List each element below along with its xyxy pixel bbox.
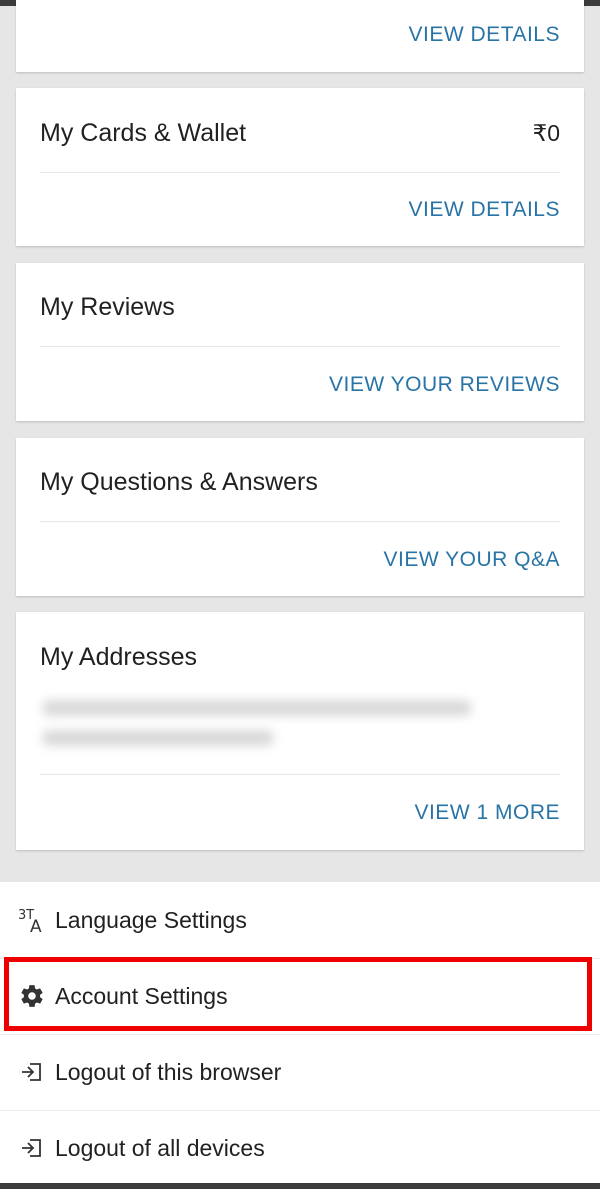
- card-title: My Reviews: [40, 293, 175, 321]
- cards-wallet-card: My Cards & Wallet ₹0 VIEW DETAILS: [16, 88, 584, 246]
- menu-item-logout-browser[interactable]: Logout of this browser: [0, 1034, 600, 1110]
- menu-item-logout-all-devices[interactable]: Logout of all devices: [0, 1110, 600, 1186]
- divider: [40, 521, 560, 522]
- addresses-card: My Addresses VIEW 1 MORE: [16, 612, 584, 850]
- bottom-edge: [0, 1183, 600, 1189]
- highlight-box: [4, 957, 592, 1031]
- view-more-addresses-link[interactable]: VIEW 1 MORE: [414, 800, 560, 826]
- menu-item-label: Logout of all devices: [55, 1134, 265, 1161]
- view-reviews-link[interactable]: VIEW YOUR REVIEWS: [329, 372, 560, 398]
- divider: [40, 346, 560, 347]
- wallet-balance: ₹0: [532, 120, 560, 146]
- menu-item-language-settings[interactable]: 3T A Language Settings: [0, 882, 600, 958]
- reviews-card: My Reviews VIEW YOUR REVIEWS: [16, 263, 584, 421]
- svg-text:A: A: [30, 917, 42, 935]
- divider: [40, 172, 560, 173]
- logout-icon: [17, 1057, 47, 1087]
- language-icon: 3T A: [17, 905, 47, 935]
- view-details-link[interactable]: VIEW DETAILS: [409, 22, 560, 48]
- partial-card: VIEW DETAILS: [16, 0, 584, 72]
- menu-item-label: Logout of this browser: [55, 1058, 282, 1085]
- card-title: My Cards & Wallet: [40, 119, 247, 147]
- menu-item-label: Language Settings: [55, 906, 247, 933]
- qna-card: My Questions & Answers VIEW YOUR Q&A: [16, 438, 584, 596]
- view-details-link[interactable]: VIEW DETAILS: [409, 197, 560, 223]
- account-menu: 3T A Language Settings Account Settings …: [0, 882, 600, 1183]
- view-qna-link[interactable]: VIEW YOUR Q&A: [384, 547, 560, 573]
- divider: [40, 774, 560, 775]
- card-title: My Questions & Answers: [40, 468, 318, 496]
- card-title: My Addresses: [40, 643, 198, 671]
- logout-icon: [17, 1133, 47, 1163]
